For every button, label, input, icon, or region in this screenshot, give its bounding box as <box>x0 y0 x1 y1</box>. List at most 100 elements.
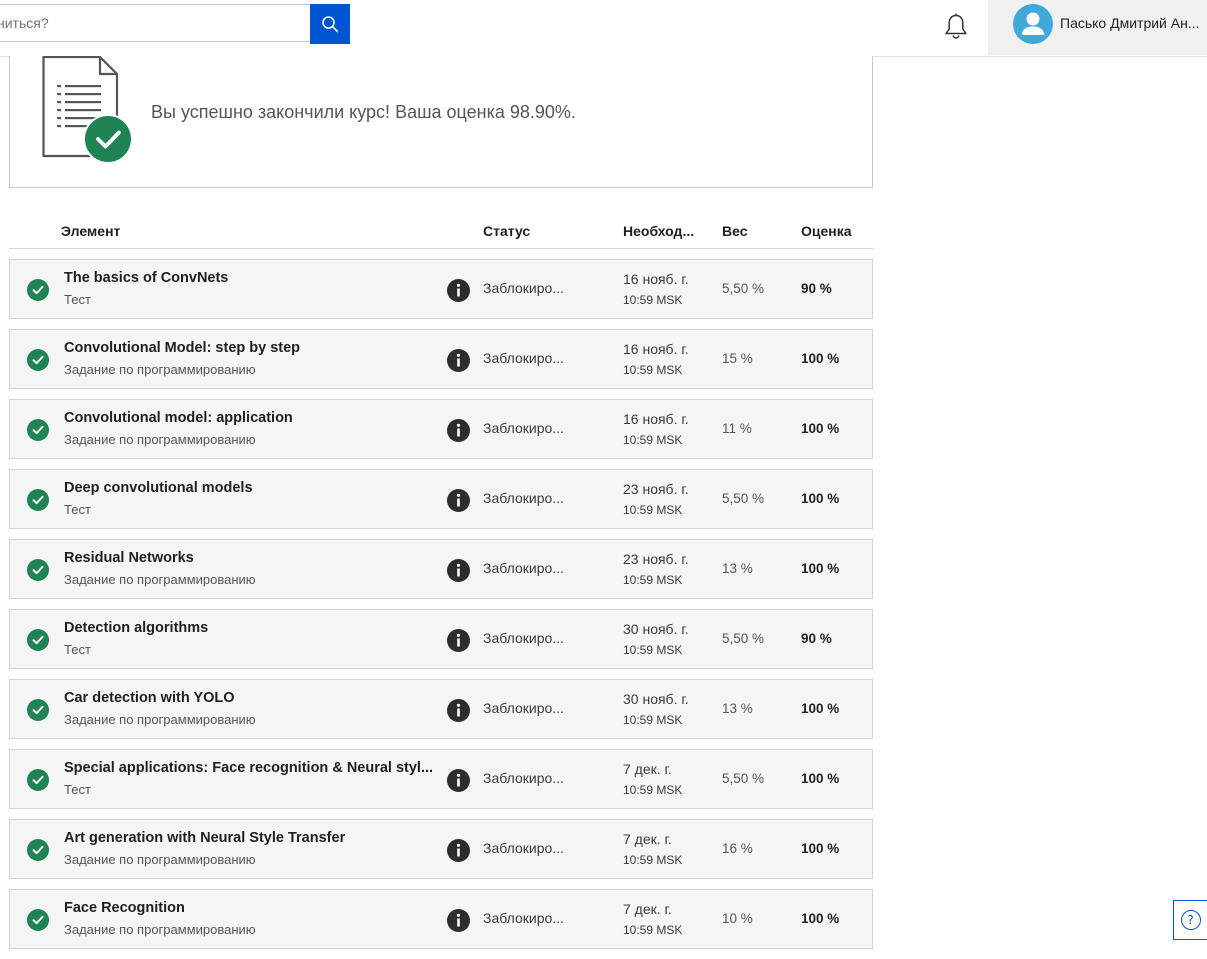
notifications-button[interactable] <box>941 11 971 41</box>
table-row[interactable]: Convolutional Model: step by step Задани… <box>9 329 873 389</box>
item-weight: 10 % <box>722 911 753 926</box>
check-icon <box>27 419 49 441</box>
item-title[interactable]: Art generation with Neural Style Transfe… <box>64 830 436 846</box>
item-due-date: 7 дек. г. <box>623 761 672 777</box>
item-status: Заблокиро... <box>483 490 564 506</box>
top-bar: Пасько Дмитрий Ан... <box>0 0 1207 57</box>
item-grade: 100 % <box>801 491 840 506</box>
help-icon: ? <box>1180 910 1201 930</box>
item-due-time: 10:59 MSK <box>623 433 683 447</box>
table-row[interactable]: Face Recognition Задание по программиров… <box>9 889 873 949</box>
check-icon <box>27 489 49 511</box>
item-due-time: 10:59 MSK <box>623 923 683 937</box>
item-status: Заблокиро... <box>483 910 564 926</box>
table-row[interactable]: Residual Networks Задание по программиро… <box>9 539 873 599</box>
item-due-date: 16 нояб. г. <box>623 271 689 287</box>
column-grade-header: Оценка <box>801 223 852 239</box>
bell-icon <box>945 13 967 39</box>
info-icon[interactable] <box>447 629 470 652</box>
item-status: Заблокиро... <box>483 770 564 786</box>
item-status: Заблокиро... <box>483 420 564 436</box>
item-grade: 90 % <box>801 631 832 646</box>
item-status: Заблокиро... <box>483 280 564 296</box>
check-icon <box>27 629 49 651</box>
table-row[interactable]: Special applications: Face recognition &… <box>9 749 873 809</box>
search-icon <box>322 16 339 33</box>
grades-table-header: Элемент Статус Необход... Вес Оценка <box>9 214 873 249</box>
item-type: Задание по программированию <box>64 362 256 377</box>
completion-banner: Вы успешно закончили курс! Ваша оценка 9… <box>9 56 873 188</box>
table-row[interactable]: Convolutional model: application Задание… <box>9 399 873 459</box>
item-type: Задание по программированию <box>64 572 256 587</box>
item-grade: 100 % <box>801 911 840 926</box>
item-title[interactable]: Residual Networks <box>64 550 436 566</box>
item-type: Задание по программированию <box>64 432 256 447</box>
item-due-date: 23 нояб. г. <box>623 551 689 567</box>
item-grade: 100 % <box>801 561 840 576</box>
user-menu[interactable]: Пасько Дмитрий Ан... <box>988 0 1207 55</box>
help-button[interactable]: ? <box>1173 900 1207 940</box>
check-icon <box>27 279 49 301</box>
item-title[interactable]: Convolutional model: application <box>64 410 436 426</box>
info-icon[interactable] <box>447 349 470 372</box>
info-icon[interactable] <box>447 419 470 442</box>
item-title[interactable]: The basics of ConvNets <box>64 270 436 286</box>
info-icon[interactable] <box>447 839 470 862</box>
item-type: Тест <box>64 292 91 307</box>
info-icon[interactable] <box>447 559 470 582</box>
item-weight: 13 % <box>722 701 753 716</box>
item-due-time: 10:59 MSK <box>623 713 683 727</box>
info-icon[interactable] <box>447 699 470 722</box>
search-input[interactable] <box>0 4 310 42</box>
item-status: Заблокиро... <box>483 840 564 856</box>
completion-message: Вы успешно закончили курс! Ваша оценка 9… <box>151 102 576 122</box>
item-grade: 100 % <box>801 841 840 856</box>
item-due-date: 16 нояб. г. <box>623 341 689 357</box>
info-icon[interactable] <box>447 769 470 792</box>
table-row[interactable]: Car detection with YOLO Задание по прогр… <box>9 679 873 739</box>
item-due-time: 10:59 MSK <box>623 783 683 797</box>
document-icon <box>42 56 133 164</box>
item-due-time: 10:59 MSK <box>623 573 683 587</box>
info-icon[interactable] <box>447 279 470 302</box>
item-due-date: 16 нояб. г. <box>623 411 689 427</box>
check-icon <box>27 769 49 791</box>
item-due-date: 7 дек. г. <box>623 831 672 847</box>
item-title[interactable]: Detection algorithms <box>64 620 436 636</box>
table-row[interactable]: The basics of ConvNets Тест Заблокиро...… <box>9 259 873 319</box>
item-type: Тест <box>64 642 91 657</box>
item-weight: 11 % <box>722 421 752 436</box>
table-row[interactable]: Detection algorithms Тест Заблокиро... 3… <box>9 609 873 669</box>
item-title[interactable]: Convolutional Model: step by step <box>64 340 436 356</box>
item-title[interactable]: Special applications: Face recognition &… <box>64 760 436 776</box>
check-icon <box>27 559 49 581</box>
check-icon <box>27 699 49 721</box>
item-status: Заблокиро... <box>483 560 564 576</box>
check-icon <box>27 349 49 371</box>
user-name: Пасько Дмитрий Ан... <box>1060 15 1200 31</box>
item-status: Заблокиро... <box>483 700 564 716</box>
search-button[interactable] <box>310 4 350 44</box>
item-grade: 100 % <box>801 701 840 716</box>
table-row[interactable]: Art generation with Neural Style Transfe… <box>9 819 873 879</box>
item-weight: 16 % <box>722 841 753 856</box>
item-type: Задание по программированию <box>64 852 256 867</box>
item-due-date: 30 нояб. г. <box>623 621 689 637</box>
item-weight: 5,50 % <box>722 771 765 786</box>
item-weight: 13 % <box>722 561 753 576</box>
item-title[interactable]: Car detection with YOLO <box>64 690 436 706</box>
item-type: Тест <box>64 502 91 517</box>
info-icon[interactable] <box>447 489 470 512</box>
item-title[interactable]: Deep convolutional models <box>64 480 436 496</box>
column-weight-header: Вес <box>722 223 748 239</box>
table-row[interactable]: Deep convolutional models Тест Заблокиро… <box>9 469 873 529</box>
item-due-date: 30 нояб. г. <box>623 691 689 707</box>
item-grade: 100 % <box>801 421 840 436</box>
item-grade: 90 % <box>801 281 832 296</box>
info-icon[interactable] <box>447 909 470 932</box>
item-due-date: 23 нояб. г. <box>623 481 689 497</box>
item-due-date: 7 дек. г. <box>623 901 672 917</box>
item-title[interactable]: Face Recognition <box>64 900 436 916</box>
item-status: Заблокиро... <box>483 350 564 366</box>
column-due-header: Необход... <box>623 223 695 239</box>
